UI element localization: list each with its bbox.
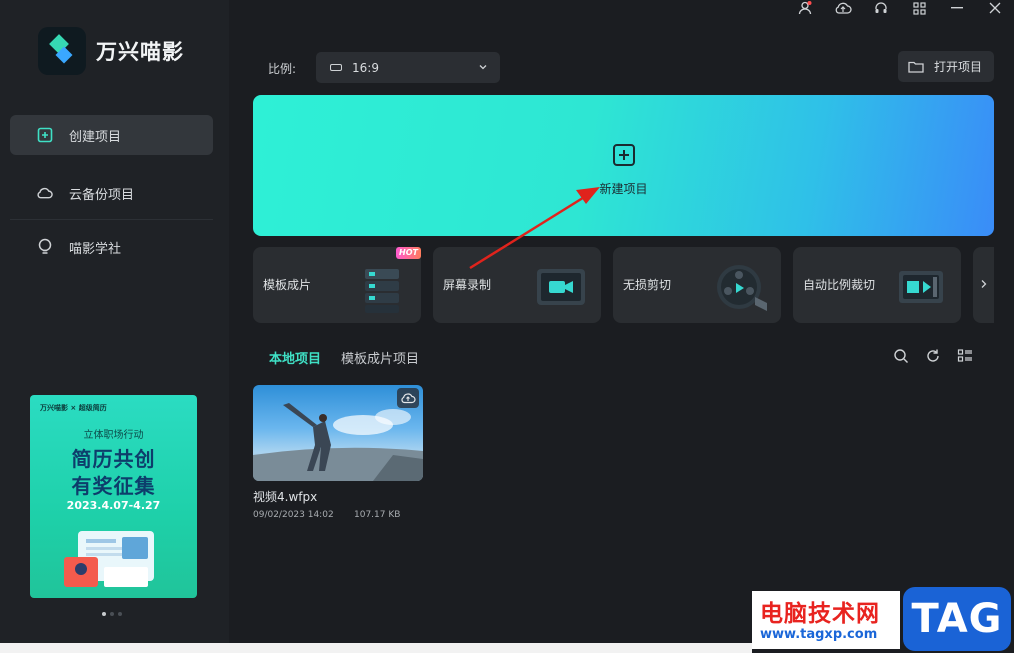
cloud-upload-icon — [401, 393, 416, 404]
project-name[interactable]: 视频4.wfpx — [253, 488, 317, 505]
sidebar-item-label: 创建项目 — [69, 129, 122, 145]
bottom-strip — [0, 643, 752, 653]
tab-template-projects[interactable]: 模板成片项目 — [341, 348, 419, 367]
cloud-upload-button[interactable] — [397, 388, 419, 408]
new-project-label: 新建项目 — [599, 182, 648, 196]
pager-dot[interactable] — [118, 612, 122, 616]
feature-card-template[interactable]: 模板成片 — [253, 247, 421, 323]
feature-card-lossless-cut[interactable]: 无损剪切 — [613, 247, 781, 323]
watermark: 电脑技术网 www.tagxp.com — [752, 591, 900, 649]
promo-banner[interactable]: 万兴喵影 × 超级简历 立体职场行动 简历共创 有奖征集 2023.4.07-4… — [30, 395, 197, 598]
feature-label: 模板成片 — [263, 278, 312, 292]
chevron-right-icon — [980, 278, 988, 292]
feature-label: 无损剪切 — [623, 278, 672, 292]
cloud-sync-icon[interactable] — [824, 0, 862, 16]
plus-square-icon — [613, 144, 635, 166]
watermark-tag: TAG — [903, 587, 1011, 651]
headset-icon[interactable] — [862, 0, 900, 16]
pager-dot[interactable] — [110, 612, 114, 616]
chevron-down-icon — [478, 61, 488, 75]
minimize-icon[interactable] — [938, 0, 976, 16]
film-reel-icon — [717, 265, 767, 311]
sidebar-item-label: 喵影学社 — [69, 241, 122, 257]
app-name: 万兴喵影 — [96, 40, 184, 64]
open-project-label: 打开项目 — [934, 60, 983, 74]
auto-crop-icon — [899, 271, 943, 303]
list-view-icon[interactable] — [957, 348, 973, 364]
pager-dot[interactable] — [102, 612, 106, 616]
banner-title-line2: 有奖征集 — [71, 474, 156, 498]
sidebar: 万兴喵影 创建项目 云备份项目 喵影学社 万兴喵影 × 超级简历 立体职场行动 … — [0, 0, 229, 643]
refresh-icon[interactable] — [925, 348, 941, 364]
cloud-icon — [36, 185, 53, 202]
sidebar-item-label: 云备份项目 — [69, 187, 135, 203]
watermark-text: 电脑技术网 — [760, 601, 880, 627]
banner-brand: 万兴喵影 × 超级简历 — [40, 404, 107, 412]
aspect-ratio-icon — [330, 64, 342, 71]
project-size: 107.17 KB — [354, 510, 401, 520]
sidebar-item-cloud-backup[interactable]: 云备份项目 — [10, 173, 213, 213]
user-icon[interactable] — [786, 0, 824, 16]
feature-card-auto-crop[interactable]: 自动比例裁切 — [793, 247, 961, 323]
sidebar-item-academy[interactable]: 喵影学社 — [10, 227, 213, 267]
ratio-label: 比例: — [268, 62, 297, 76]
close-icon[interactable] — [976, 0, 1014, 16]
hot-badge: HOT — [396, 247, 421, 259]
banner-subtitle: 立体职场行动 — [83, 430, 144, 441]
feature-label: 自动比例裁切 — [803, 278, 876, 292]
plus-square-icon — [36, 127, 53, 144]
watermark-url: www.tagxp.com — [760, 627, 878, 642]
search-icon[interactable] — [893, 348, 909, 364]
ratio-value: 16:9 — [352, 60, 379, 75]
feature-card-screen-record[interactable]: 屏幕录制 — [433, 247, 601, 323]
features-next-button[interactable] — [973, 247, 994, 323]
project-date: 09/02/2023 14:02 — [253, 510, 334, 520]
template-stack-icon — [365, 269, 399, 313]
ratio-select[interactable]: 16:9 — [316, 52, 500, 83]
new-project-button[interactable]: 新建项目 — [253, 95, 994, 236]
window-controls — [786, 0, 1014, 16]
sidebar-item-create-project[interactable]: 创建项目 — [10, 115, 213, 155]
banner-date: 2023.4.07-4.27 — [66, 499, 161, 512]
app-logo: 万兴喵影 — [38, 27, 184, 75]
tab-local-projects[interactable]: 本地项目 — [269, 348, 321, 367]
banner-illustration — [64, 531, 154, 587]
folder-icon — [908, 60, 924, 73]
sidebar-divider — [10, 219, 213, 220]
logo-icon — [38, 27, 86, 75]
banner-pager[interactable] — [102, 612, 122, 616]
watermark-tag-text: TAG — [911, 596, 1003, 642]
grid-icon[interactable] — [900, 0, 938, 16]
screen-record-icon — [537, 269, 585, 305]
feature-label: 屏幕录制 — [443, 278, 492, 292]
banner-title-line1: 简历共创 — [71, 447, 156, 471]
open-project-button[interactable]: 打开项目 — [898, 51, 994, 82]
bulb-icon — [36, 238, 53, 256]
